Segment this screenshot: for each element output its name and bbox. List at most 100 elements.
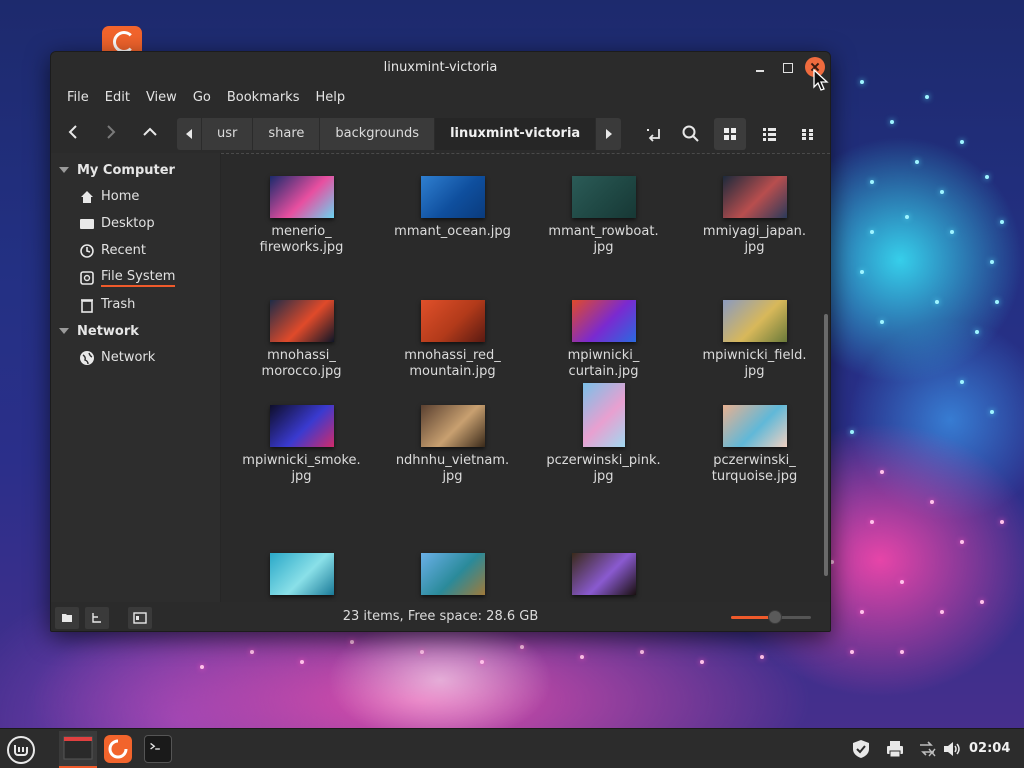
compact-view-button[interactable] bbox=[792, 118, 824, 150]
file-name: mmant_ocean.jpg bbox=[394, 224, 511, 239]
terminal-icon bbox=[150, 742, 160, 750]
firework-spark bbox=[905, 215, 909, 219]
file-thumbnail bbox=[269, 300, 334, 342]
sidebar-item-label: Desktop bbox=[101, 216, 155, 231]
firework-spark bbox=[870, 180, 874, 184]
file-item[interactable]: mmant_rowboat. jpg bbox=[528, 176, 679, 256]
sidebar-header-network[interactable]: Network bbox=[51, 318, 220, 344]
minimize-button[interactable] bbox=[750, 58, 770, 78]
breadcrumb-forward-arrow[interactable] bbox=[596, 118, 622, 150]
menu-help[interactable]: Help bbox=[307, 90, 353, 105]
sidebar-item-home[interactable]: Home bbox=[51, 183, 220, 210]
file-thumbnail bbox=[722, 405, 787, 447]
mint-menu-button[interactable] bbox=[6, 735, 36, 765]
file-thumbnail bbox=[571, 176, 636, 218]
titlebar[interactable]: linuxmint-victoria bbox=[51, 52, 830, 83]
desktop-firefox-icon[interactable] bbox=[102, 26, 142, 54]
file-item[interactable]: pczerwinski_pink. jpg bbox=[528, 383, 679, 485]
file-item[interactable]: mmiyagi_japan. jpg bbox=[679, 176, 830, 256]
vertical-scrollbar[interactable] bbox=[824, 314, 828, 576]
taskbar-file-manager[interactable] bbox=[59, 731, 97, 768]
sidebar: My Computer Home Desktop Recent File Sys… bbox=[51, 153, 221, 604]
firefox-icon bbox=[108, 739, 128, 759]
toggle-location-button[interactable] bbox=[637, 118, 669, 150]
file-item[interactable]: mmant_ocean.jpg bbox=[377, 176, 528, 240]
compact-view-icon bbox=[802, 129, 813, 140]
zoom-slider[interactable] bbox=[731, 610, 811, 624]
sidebar-item-desktop[interactable]: Desktop bbox=[51, 210, 220, 237]
file-thumbnail bbox=[722, 300, 787, 342]
firework-spark bbox=[940, 610, 944, 614]
window-title: linuxmint-victoria bbox=[383, 60, 498, 75]
printer-icon[interactable] bbox=[885, 739, 905, 759]
clock[interactable]: 02:04 bbox=[969, 741, 1010, 756]
sidebar-item-network[interactable]: Network bbox=[51, 344, 220, 371]
file-thumbnail bbox=[420, 405, 485, 447]
firework-spark bbox=[890, 120, 894, 124]
back-button[interactable] bbox=[58, 117, 88, 147]
menu-edit[interactable]: Edit bbox=[97, 90, 138, 105]
breadcrumb-back-arrow[interactable] bbox=[177, 118, 202, 150]
file-item[interactable]: ndhnhu_vietnam. jpg bbox=[377, 405, 528, 485]
file-item[interactable]: menerio_ fireworks.jpg bbox=[226, 176, 377, 256]
file-item[interactable]: mpiwnicki_field. jpg bbox=[679, 300, 830, 380]
taskbar-firefox[interactable] bbox=[104, 735, 132, 763]
firework-spark bbox=[300, 660, 304, 664]
firework-spark bbox=[850, 430, 854, 434]
mouse-cursor-icon bbox=[813, 68, 829, 91]
firework-spark bbox=[350, 640, 354, 644]
breadcrumb-usr[interactable]: usr bbox=[202, 118, 254, 150]
chevron-up-icon bbox=[143, 127, 157, 136]
search-icon bbox=[682, 125, 699, 142]
firework-spark bbox=[980, 600, 984, 604]
file-item[interactable]: mpiwnicki_smoke. jpg bbox=[226, 405, 377, 485]
menu-view[interactable]: View bbox=[138, 90, 185, 105]
forward-button[interactable] bbox=[96, 117, 126, 147]
menu-go[interactable]: Go bbox=[185, 90, 219, 105]
sidebar-item-recent[interactable]: Recent bbox=[51, 237, 220, 264]
file-item[interactable]: pczerwinski_ turquoise.jpg bbox=[679, 405, 830, 485]
file-item[interactable] bbox=[226, 553, 377, 595]
breadcrumb-share[interactable]: share bbox=[253, 118, 321, 150]
file-thumbnail bbox=[269, 553, 334, 595]
sidebar-item-label: Recent bbox=[101, 243, 146, 258]
volume-icon[interactable] bbox=[942, 739, 962, 759]
sidebar-section-title: My Computer bbox=[77, 162, 175, 178]
firework-spark bbox=[640, 650, 644, 654]
firework-spark bbox=[700, 660, 704, 664]
breadcrumb-backgrounds[interactable]: backgrounds bbox=[320, 118, 436, 150]
firework-spark bbox=[915, 160, 919, 164]
file-item[interactable] bbox=[528, 553, 679, 595]
shield-icon[interactable] bbox=[850, 739, 872, 759]
firework-spark bbox=[880, 470, 884, 474]
file-name: pczerwinski_ turquoise.jpg bbox=[711, 453, 798, 484]
firework-spark bbox=[960, 540, 964, 544]
menu-bar: File Edit View Go Bookmarks Help bbox=[51, 83, 830, 111]
breadcrumb-linuxmint-victoria[interactable]: linuxmint-victoria bbox=[435, 118, 597, 150]
up-button[interactable] bbox=[135, 117, 165, 147]
search-button[interactable] bbox=[675, 118, 707, 150]
file-item[interactable] bbox=[377, 553, 528, 595]
maximize-button[interactable] bbox=[777, 58, 797, 78]
triangle-left-icon bbox=[186, 129, 192, 139]
taskbar-terminal[interactable] bbox=[144, 735, 172, 763]
expander-icon bbox=[59, 328, 69, 334]
file-item[interactable]: mpiwnicki_ curtain.jpg bbox=[528, 300, 679, 380]
menu-file[interactable]: File bbox=[59, 90, 97, 105]
file-item[interactable]: mnohassi_ morocco.jpg bbox=[226, 300, 377, 380]
file-thumbnail bbox=[269, 176, 334, 218]
file-thumbnail bbox=[420, 176, 485, 218]
firework-spark bbox=[985, 175, 989, 179]
file-item[interactable]: mnohassi_red_ mountain.jpg bbox=[377, 300, 528, 380]
icon-view-button[interactable] bbox=[714, 118, 746, 150]
firework-spark bbox=[900, 650, 904, 654]
sidebar-item-file-system[interactable]: File System bbox=[51, 264, 220, 291]
sidebar-item-label: Home bbox=[101, 189, 140, 204]
zoom-slider-handle[interactable] bbox=[768, 610, 782, 624]
network-disconnected-icon[interactable] bbox=[917, 739, 937, 759]
file-view[interactable]: menerio_ fireworks.jpg mmant_ocean.jpg mma… bbox=[221, 153, 830, 604]
list-view-button[interactable] bbox=[753, 118, 785, 150]
sidebar-item-trash[interactable]: Trash bbox=[51, 291, 220, 318]
sidebar-header-my-computer[interactable]: My Computer bbox=[51, 157, 220, 183]
menu-bookmarks[interactable]: Bookmarks bbox=[219, 90, 308, 105]
